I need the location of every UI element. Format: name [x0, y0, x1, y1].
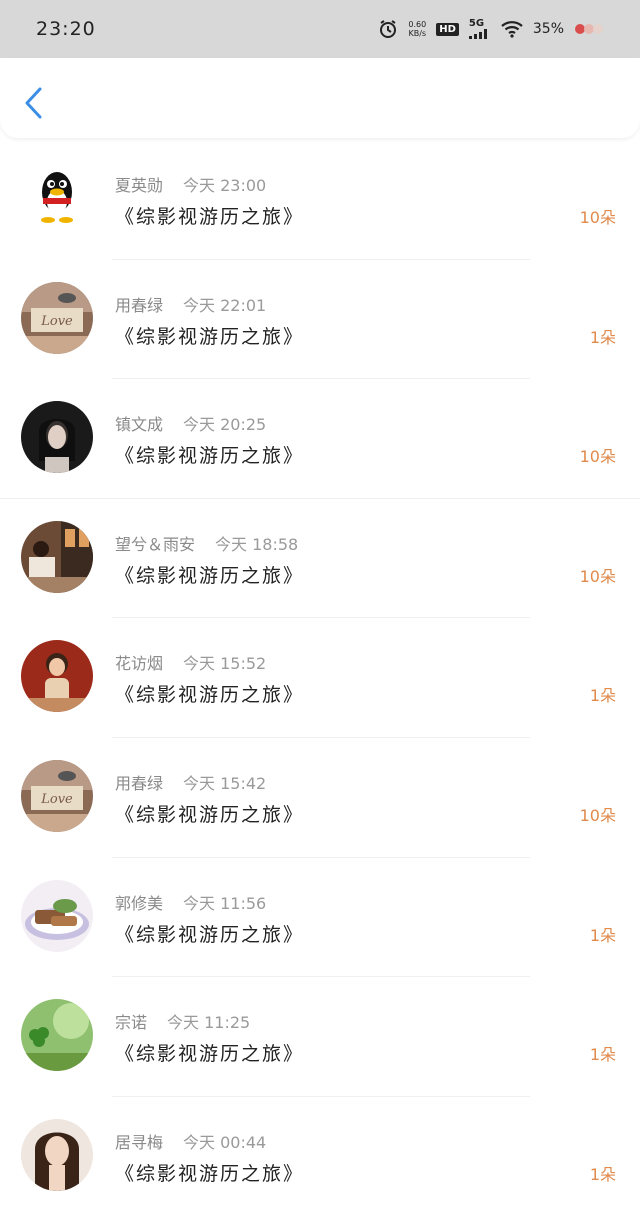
chevron-left-icon — [25, 87, 42, 119]
sender-line: 花访烟 今天 15:52 — [115, 650, 266, 674]
sender-line: 镇文成 今天 20:25 — [115, 411, 266, 435]
send-time: 今天 22:01 — [183, 295, 267, 315]
list-item[interactable]: 郭修美 今天 11:56 《综影视游历之旅》 1朵 — [0, 858, 640, 978]
list-item[interactable]: 夏英勋 今天 23:00 《综影视游历之旅》 10朵 — [0, 140, 640, 260]
send-time: 今天 20:25 — [183, 415, 267, 435]
flower-count: 10朵 — [579, 566, 616, 586]
flower-count: 10朵 — [579, 447, 616, 467]
sender-line: 用春绿 今天 15:42 — [115, 770, 266, 794]
net-speed-unit: KB/s — [408, 29, 427, 38]
sender-line: 居寻梅 今天 00:44 — [115, 1129, 266, 1153]
flower-count: 1朵 — [589, 1164, 616, 1184]
sender-name: 郭修美 — [115, 893, 164, 913]
list-item[interactable]: 宗诺 今天 11:25 《综影视游历之旅》 1朵 — [0, 977, 640, 1097]
send-time: 今天 23:00 — [183, 176, 267, 195]
book-title: 《综影视游历之旅》 — [115, 923, 305, 946]
net-speed: 0.60 KB/s — [408, 20, 426, 38]
flower-count: 10朵 — [579, 208, 616, 227]
book-title: 《综影视游历之旅》 — [115, 325, 305, 348]
love-bird-icon: Love — [21, 759, 93, 832]
list-item[interactable]: 居寻梅 今天 00:44 《综影视游历之旅》 1朵 — [0, 1097, 640, 1217]
book-title: 《综影视游历之旅》 — [115, 1043, 305, 1066]
flower-count: 1朵 — [589, 1045, 616, 1065]
food-plate-icon — [21, 879, 93, 952]
girl-portrait-icon — [21, 401, 93, 474]
sender-name: 用春绿 — [115, 773, 164, 793]
sender-line: 用春绿 今天 22:01 — [115, 292, 266, 316]
sender-line: 宗诺 今天 11:25 — [115, 1009, 250, 1033]
sender-name: 花访烟 — [115, 654, 164, 674]
avatar[interactable] — [21, 162, 93, 234]
avatar[interactable] — [21, 879, 93, 952]
cafe-scene-icon — [21, 520, 93, 593]
sender-name: 居寻梅 — [115, 1132, 164, 1152]
book-title: 《综影视游历之旅》 — [115, 445, 305, 468]
sender-line: 郭修美 今天 11:56 — [115, 890, 266, 914]
sender-name: 夏英勋 — [115, 176, 164, 195]
battery-icon — [574, 22, 604, 36]
send-time: 今天 11:25 — [167, 1013, 251, 1033]
battery-percent: 35% — [532, 21, 564, 37]
love-bird-icon: Love — [21, 281, 93, 354]
child-photo-icon — [21, 640, 93, 713]
sender-name: 用春绿 — [115, 295, 164, 315]
book-title: 《综影视游历之旅》 — [115, 803, 305, 826]
signal-icon: 5G — [468, 18, 491, 39]
send-time: 今天 11:56 — [183, 893, 267, 913]
svg-text:Love: Love — [40, 314, 73, 329]
list-item[interactable]: 花访烟 今天 15:52 《综影视游历之旅》 1朵 — [0, 618, 640, 738]
green-clover-icon — [21, 999, 93, 1072]
flower-count: 10朵 — [579, 805, 616, 825]
send-time: 今天 15:42 — [183, 773, 267, 793]
wifi-icon — [501, 20, 523, 38]
sender-name: 镇文成 — [115, 415, 164, 435]
svg-text:Love: Love — [40, 792, 73, 807]
list-item[interactable]: 镇文成 今天 20:25 《综影视游历之旅》 10朵 — [0, 379, 640, 499]
alarm-icon — [378, 19, 398, 39]
flower-count: 1朵 — [589, 925, 616, 945]
net-speed-value: 0.60 — [408, 20, 427, 29]
avatar[interactable]: Love — [21, 281, 93, 354]
avatar[interactable] — [21, 520, 93, 593]
sender-line: 夏英勋 今天 23:00 — [115, 172, 266, 196]
status-icons: 0.60 KB/s HD 5G 35% — [378, 19, 604, 39]
send-time: 今天 18:58 — [215, 534, 299, 554]
flower-count: 1朵 — [589, 686, 616, 706]
avatar[interactable] — [21, 1118, 93, 1191]
avatar[interactable]: Love — [21, 759, 93, 832]
sender-name: 望兮＆雨安 — [115, 534, 196, 554]
status-time: 23:20 — [36, 18, 96, 40]
qq-penguin-icon — [21, 162, 93, 234]
send-time: 今天 15:52 — [183, 654, 267, 674]
send-time: 今天 00:44 — [183, 1132, 267, 1152]
gift-record-list: 夏英勋 今天 23:00 《综影视游历之旅》 10朵 Love 用春绿 今天 22:… — [0, 140, 640, 1216]
nav-bar — [0, 58, 640, 138]
list-item[interactable]: 望兮＆雨安 今天 18:58 《综影视游历之旅》 10朵 — [0, 499, 640, 619]
book-title: 《综影视游历之旅》 — [115, 684, 305, 707]
avatar[interactable] — [21, 640, 93, 713]
flower-count: 1朵 — [589, 327, 616, 347]
woman-portrait-icon — [21, 1118, 93, 1191]
back-button[interactable] — [22, 86, 46, 120]
avatar[interactable] — [21, 401, 93, 474]
book-title: 《综影视游历之旅》 — [115, 564, 305, 587]
list-item[interactable]: Love 用春绿 今天 22:01 《综影视游历之旅》 1朵 — [0, 260, 640, 380]
avatar[interactable] — [21, 999, 93, 1072]
list-item[interactable]: Love 用春绿 今天 15:42 《综影视游历之旅》 10朵 — [0, 738, 640, 858]
sender-line: 望兮＆雨安 今天 18:58 — [115, 531, 298, 555]
sender-name: 宗诺 — [115, 1013, 148, 1033]
signal-label: 5G — [468, 18, 485, 29]
status-bar: 23:20 0.60 KB/s HD 5G 35% — [0, 0, 640, 58]
book-title: 《综影视游历之旅》 — [115, 206, 305, 228]
hd-badge: HD — [436, 22, 459, 36]
book-title: 《综影视游历之旅》 — [115, 1162, 305, 1185]
